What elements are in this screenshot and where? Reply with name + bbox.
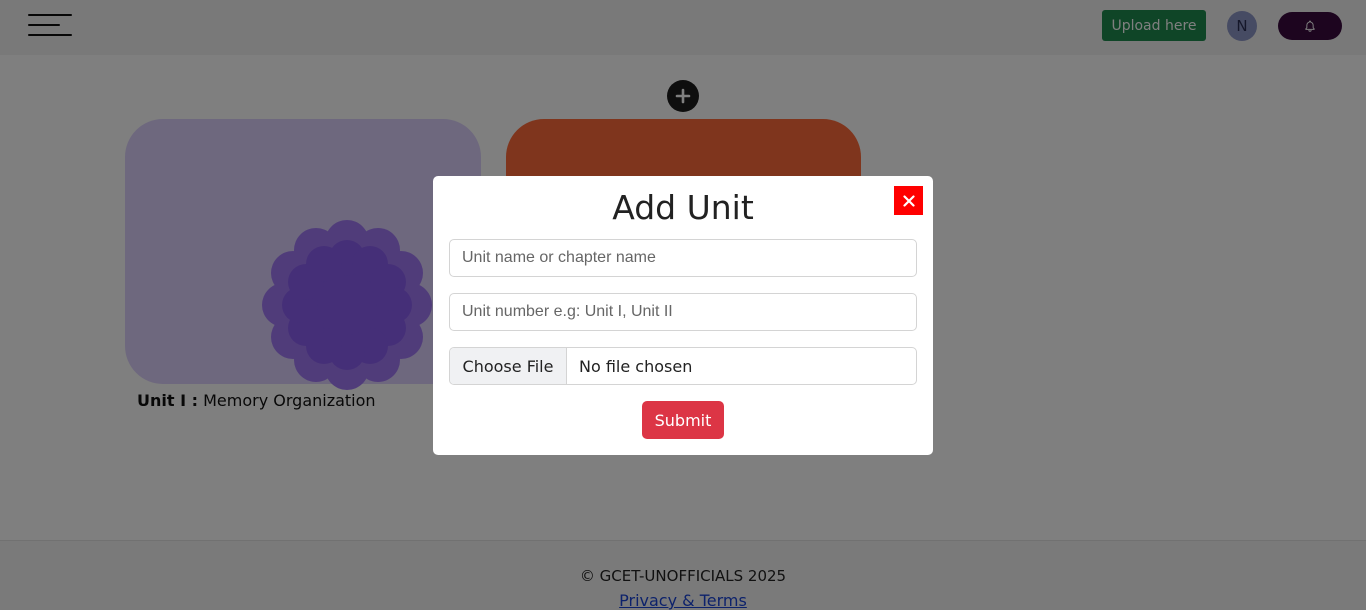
close-icon xyxy=(902,194,915,207)
close-button[interactable] xyxy=(894,186,923,215)
unit-number-input[interactable] xyxy=(449,293,917,331)
add-unit-modal: Add Unit Choose File No file chosen Subm… xyxy=(433,176,933,455)
file-input[interactable]: Choose File No file chosen xyxy=(449,347,917,385)
submit-button[interactable]: Submit xyxy=(642,401,724,439)
unit-name-input[interactable] xyxy=(449,239,917,277)
choose-file-button[interactable]: Choose File xyxy=(450,348,567,384)
file-status: No file chosen xyxy=(579,356,693,376)
modal-title: Add Unit xyxy=(612,188,754,227)
